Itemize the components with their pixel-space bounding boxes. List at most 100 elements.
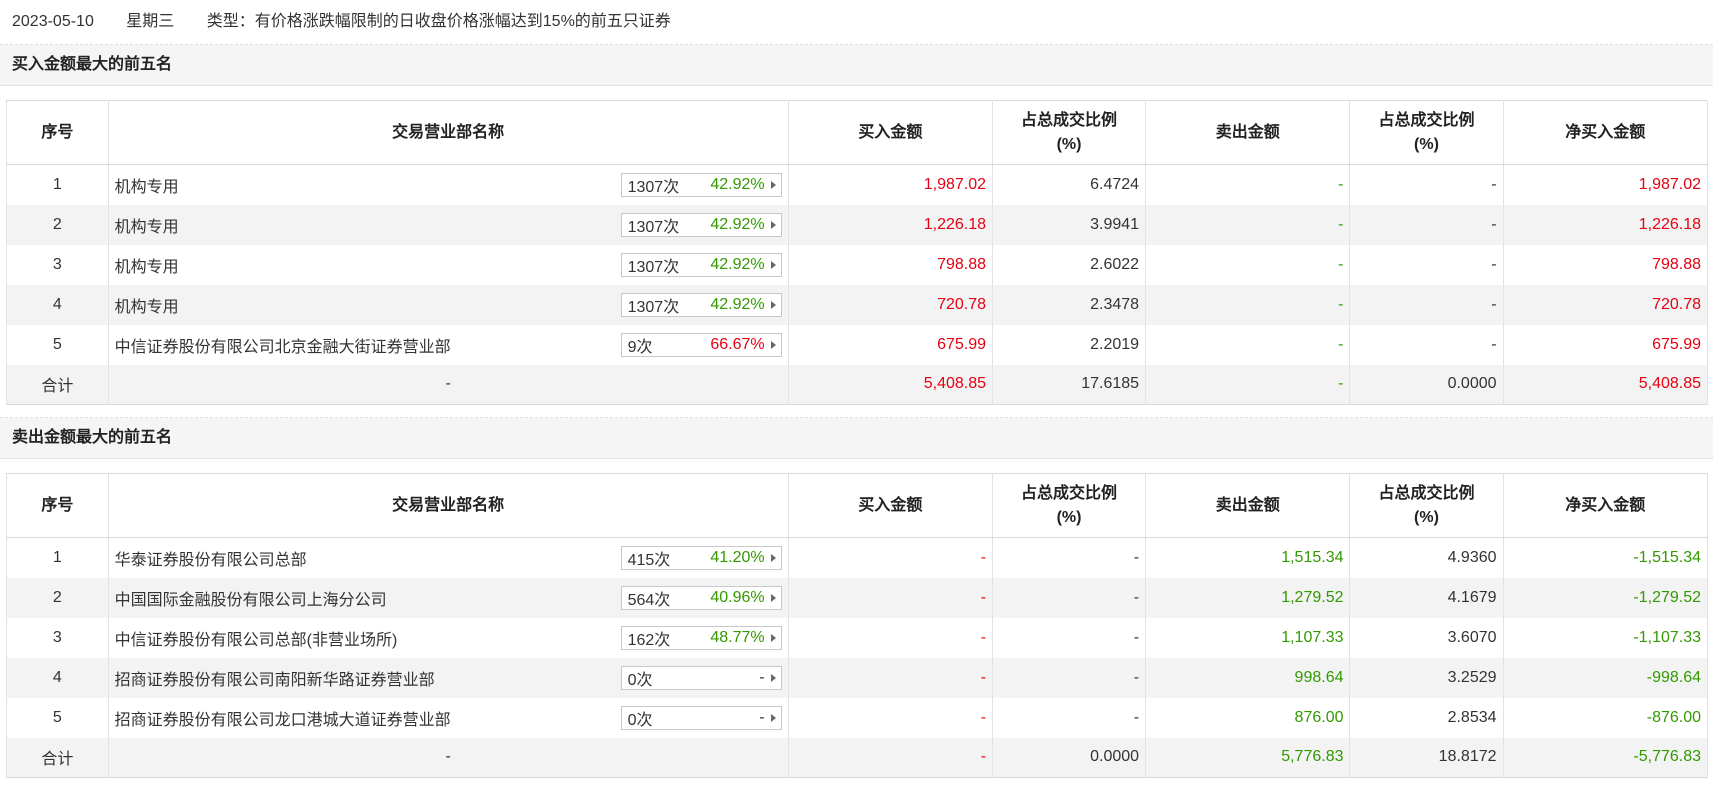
win-rate: 40.96% — [710, 588, 765, 606]
broker-stats-dropdown[interactable]: 415次 41.20% — [620, 545, 782, 570]
broker-cell: 华泰证券股份有限公司总部 415次 41.20% — [107, 537, 789, 578]
total-buy-amount: - — [787, 737, 994, 778]
sell-ratio: - — [1349, 204, 1504, 245]
broker-cell: 机构专用 1307次 42.92% — [107, 204, 789, 245]
net-amount: -998.64 — [1502, 657, 1709, 698]
broker-stats-dropdown[interactable]: 162次 48.77% — [620, 625, 782, 650]
broker-cell: 机构专用 1307次 42.92% — [107, 164, 789, 205]
row-number: 2 — [6, 204, 109, 245]
net-amount: -876.00 — [1502, 697, 1709, 738]
caret-right-icon — [770, 180, 776, 189]
total-net-amount: 5,408.85 — [1502, 364, 1709, 405]
row-number: 5 — [6, 697, 109, 738]
buy-ratio: - — [992, 537, 1147, 578]
total-sell-ratio: 18.8172 — [1349, 737, 1504, 778]
table-row: 1 机构专用 1307次 42.92% 1,987.02 6.4724 - - … — [6, 164, 1709, 205]
buy-top5-table: 序号 交易营业部名称 买入金额 占总成交比例 (%) 卖出金额 占总成交比例 (%) 净买入金额… — [6, 100, 1709, 405]
table-row: 2 中国国际金融股份有限公司上海分公司 564次 40.96% - - 1,27… — [6, 577, 1709, 618]
broker-name[interactable]: 中国国际金融股份有限公司上海分公司 — [115, 586, 387, 610]
table-row: 5 中信证券股份有限公司北京金融大街证券营业部 9次 66.67% 675.99… — [6, 324, 1709, 365]
broker-name[interactable]: 招商证券股份有限公司南阳新华路证券营业部 — [115, 666, 435, 690]
broker-name[interactable]: 机构专用 — [115, 253, 179, 277]
net-amount: 1,226.18 — [1502, 204, 1709, 245]
win-rate: 48.77% — [710, 628, 765, 646]
caret-right-icon — [770, 553, 776, 562]
appearance-count: 1307次 — [627, 258, 680, 276]
broker-name[interactable]: 机构专用 — [115, 293, 179, 317]
appearance-count: 1307次 — [627, 218, 680, 236]
sell-ratio: - — [1349, 284, 1504, 325]
broker-stats-dropdown[interactable]: 0次 - — [620, 705, 782, 730]
broker-stats-dropdown[interactable]: 1307次 42.92% — [620, 292, 782, 317]
sell-amount: 876.00 — [1145, 697, 1351, 738]
total-sell-ratio: 0.0000 — [1349, 364, 1504, 405]
broker-name[interactable]: 招商证券股份有限公司龙口港城大道证券营业部 — [115, 706, 451, 730]
broker-cell: 机构专用 1307次 42.92% — [107, 284, 789, 325]
buy-section: 买入金额最大的前五名 序号 交易营业部名称 买入金额 占总成交比例 (%) 卖出金额 占总成… — [0, 45, 1713, 405]
broker-name[interactable]: 华泰证券股份有限公司总部 — [115, 546, 307, 570]
section-divider — [0, 405, 1713, 418]
sell-top5-title: 卖出金额最大的前五名 — [0, 418, 1713, 459]
broker-name[interactable]: 中信证券股份有限公司总部(非营业场所) — [115, 626, 398, 650]
win-rate: 42.92% — [710, 255, 765, 273]
sell-amount: 1,279.52 — [1145, 577, 1351, 618]
buy-amount: 1,226.18 — [787, 204, 994, 245]
broker-cell: 招商证券股份有限公司龙口港城大道证券营业部 0次 - — [107, 697, 789, 738]
column-header: 占总成交比例 (%) — [1349, 473, 1504, 538]
sell-ratio: 4.9360 — [1349, 537, 1504, 578]
caret-right-icon — [770, 593, 776, 602]
sell-amount: - — [1145, 244, 1351, 285]
appearance-count: 1307次 — [627, 298, 680, 316]
column-header: 占总成交比例 (%) — [992, 100, 1147, 165]
total-buy-ratio: 0.0000 — [992, 737, 1147, 778]
total-label: 合计 — [6, 364, 109, 405]
buy-amount: 1,987.02 — [787, 164, 994, 205]
column-header: 交易营业部名称 — [107, 100, 789, 165]
total-sell-amount: - — [1145, 364, 1351, 405]
buy-ratio: 6.4724 — [992, 164, 1147, 205]
column-header: 占总成交比例 (%) — [992, 473, 1147, 538]
broker-name[interactable]: 机构专用 — [115, 213, 179, 237]
broker-cell: 招商证券股份有限公司南阳新华路证券营业部 0次 - — [107, 657, 789, 698]
net-amount: -1,515.34 — [1502, 537, 1709, 578]
broker-stats-dropdown[interactable]: 564次 40.96% — [620, 585, 782, 610]
row-number: 3 — [6, 244, 109, 285]
net-amount: -1,279.52 — [1502, 577, 1709, 618]
broker-stats-dropdown[interactable]: 1307次 42.92% — [620, 212, 782, 237]
caret-right-icon — [770, 300, 776, 309]
column-header: 净买入金额 — [1502, 473, 1709, 538]
row-number: 5 — [6, 324, 109, 365]
total-sell-amount: 5,776.83 — [1145, 737, 1351, 778]
broker-stats-dropdown[interactable]: 0次 - — [620, 665, 782, 690]
appearance-count: 564次 — [627, 591, 671, 609]
sell-amount: - — [1145, 324, 1351, 365]
net-amount: 1,987.02 — [1502, 164, 1709, 205]
appearance-count: 415次 — [627, 551, 671, 569]
caret-right-icon — [770, 220, 776, 229]
broker-name[interactable]: 机构专用 — [115, 173, 179, 197]
sell-amount: - — [1145, 284, 1351, 325]
net-amount: 675.99 — [1502, 324, 1709, 365]
column-header: 交易营业部名称 — [107, 473, 789, 538]
sell-ratio: 4.1679 — [1349, 577, 1504, 618]
buy-ratio: - — [992, 577, 1147, 618]
broker-name[interactable]: 中信证券股份有限公司北京金融大街证券营业部 — [115, 333, 451, 357]
total-buy-amount: 5,408.85 — [787, 364, 994, 405]
sell-amount: - — [1145, 204, 1351, 245]
broker-stats-dropdown[interactable]: 1307次 42.92% — [620, 172, 782, 197]
buy-amount: - — [787, 617, 994, 658]
broker-cell: 中信证券股份有限公司总部(非营业场所) 162次 48.77% — [107, 617, 789, 658]
list-type: 类型：有价格涨跌幅限制的日收盘价格涨幅达到15%的前五只证券 — [206, 13, 671, 30]
buy-ratio: 2.6022 — [992, 244, 1147, 285]
caret-right-icon — [770, 673, 776, 682]
sell-amount: 1,107.33 — [1145, 617, 1351, 658]
row-number: 1 — [6, 537, 109, 578]
sell-amount: 998.64 — [1145, 657, 1351, 698]
broker-stats-dropdown[interactable]: 1307次 42.92% — [620, 252, 782, 277]
buy-amount: 675.99 — [787, 324, 994, 365]
broker-stats-dropdown[interactable]: 9次 66.67% — [620, 332, 782, 357]
buy-ratio: 3.9941 — [992, 204, 1147, 245]
broker-cell: 中信证券股份有限公司北京金融大街证券营业部 9次 66.67% — [107, 324, 789, 365]
caret-right-icon — [770, 713, 776, 722]
column-header: 买入金额 — [787, 100, 994, 165]
